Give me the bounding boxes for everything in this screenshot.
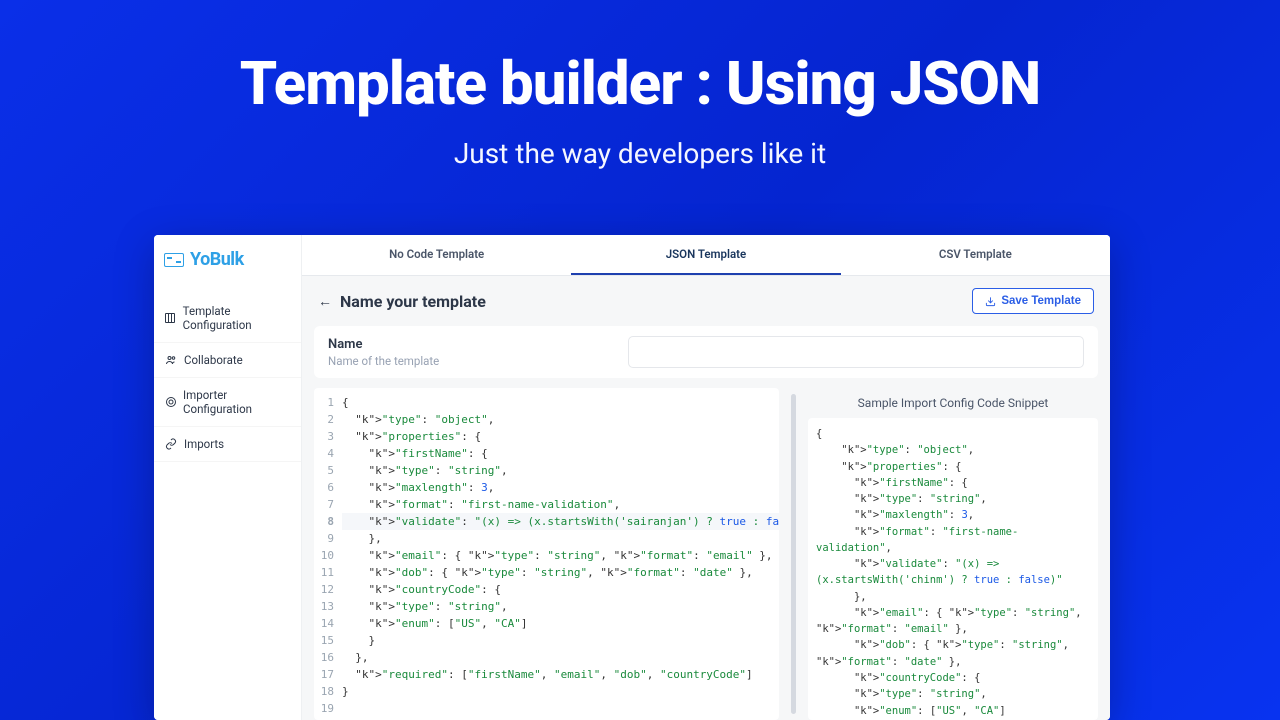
sidebar-item-label: Importer Configuration bbox=[183, 388, 291, 416]
link-icon bbox=[164, 437, 178, 451]
sample-code-block: { "k">"type": "object", "k">"properties"… bbox=[808, 418, 1098, 720]
target-icon bbox=[164, 395, 177, 409]
sidebar-item-importer-configuration[interactable]: Importer Configuration bbox=[154, 378, 301, 427]
save-template-button[interactable]: Save Template bbox=[972, 288, 1094, 314]
editor-row: 12345678910111213141516171819 { "k">"typ… bbox=[314, 388, 1098, 720]
hero-title: Template builder : Using JSON bbox=[0, 48, 1280, 119]
sample-panel: Sample Import Config Code Snippet { "k">… bbox=[808, 388, 1098, 720]
sidebar-item-collaborate[interactable]: Collaborate bbox=[154, 343, 301, 378]
template-name-input[interactable] bbox=[628, 336, 1084, 368]
sidebar: YoBulk Template Configuration Collaborat… bbox=[154, 235, 302, 720]
name-field-hint: Name of the template bbox=[328, 354, 608, 368]
main-content: No Code Template JSON Template CSV Templ… bbox=[302, 235, 1110, 720]
sidebar-item-label: Template Configuration bbox=[183, 304, 291, 332]
code-lines[interactable]: { "k">"type": "object", "k">"properties"… bbox=[342, 394, 779, 714]
tab-csv-template[interactable]: CSV Template bbox=[841, 235, 1110, 275]
sidebar-item-template-configuration[interactable]: Template Configuration bbox=[154, 294, 301, 343]
json-editor-panel[interactable]: 12345678910111213141516171819 { "k">"typ… bbox=[314, 388, 779, 720]
page-title: Name your template bbox=[340, 292, 486, 311]
brand-name: YoBulk bbox=[190, 249, 244, 270]
hero-subtitle: Just the way developers like it bbox=[0, 137, 1280, 170]
sidebar-item-label: Collaborate bbox=[184, 353, 243, 367]
back-arrow-icon[interactable]: ← bbox=[318, 293, 332, 310]
download-icon bbox=[985, 296, 996, 307]
hero-banner: Template builder : Using JSON Just the w… bbox=[0, 0, 1280, 170]
scrollbar-vertical[interactable] bbox=[791, 394, 796, 714]
sidebar-item-imports[interactable]: Imports bbox=[154, 427, 301, 462]
users-icon bbox=[164, 353, 178, 367]
save-button-label: Save Template bbox=[1001, 295, 1081, 307]
tabs: No Code Template JSON Template CSV Templ… bbox=[302, 235, 1110, 276]
brand[interactable]: YoBulk bbox=[154, 245, 301, 294]
sample-panel-title: Sample Import Config Code Snippet bbox=[808, 388, 1098, 418]
title-bar: ← Name your template Save Template bbox=[302, 276, 1110, 326]
name-card: Name Name of the template bbox=[314, 326, 1098, 378]
sidebar-item-label: Imports bbox=[184, 437, 224, 451]
tab-json-template[interactable]: JSON Template bbox=[571, 235, 840, 275]
name-field-label: Name bbox=[328, 337, 608, 352]
app-window: YoBulk Template Configuration Collaborat… bbox=[154, 235, 1110, 720]
brand-logo-icon bbox=[164, 253, 184, 267]
columns-icon bbox=[164, 311, 177, 325]
line-gutter: 12345678910111213141516171819 bbox=[314, 394, 342, 714]
tab-no-code-template[interactable]: No Code Template bbox=[302, 235, 571, 275]
